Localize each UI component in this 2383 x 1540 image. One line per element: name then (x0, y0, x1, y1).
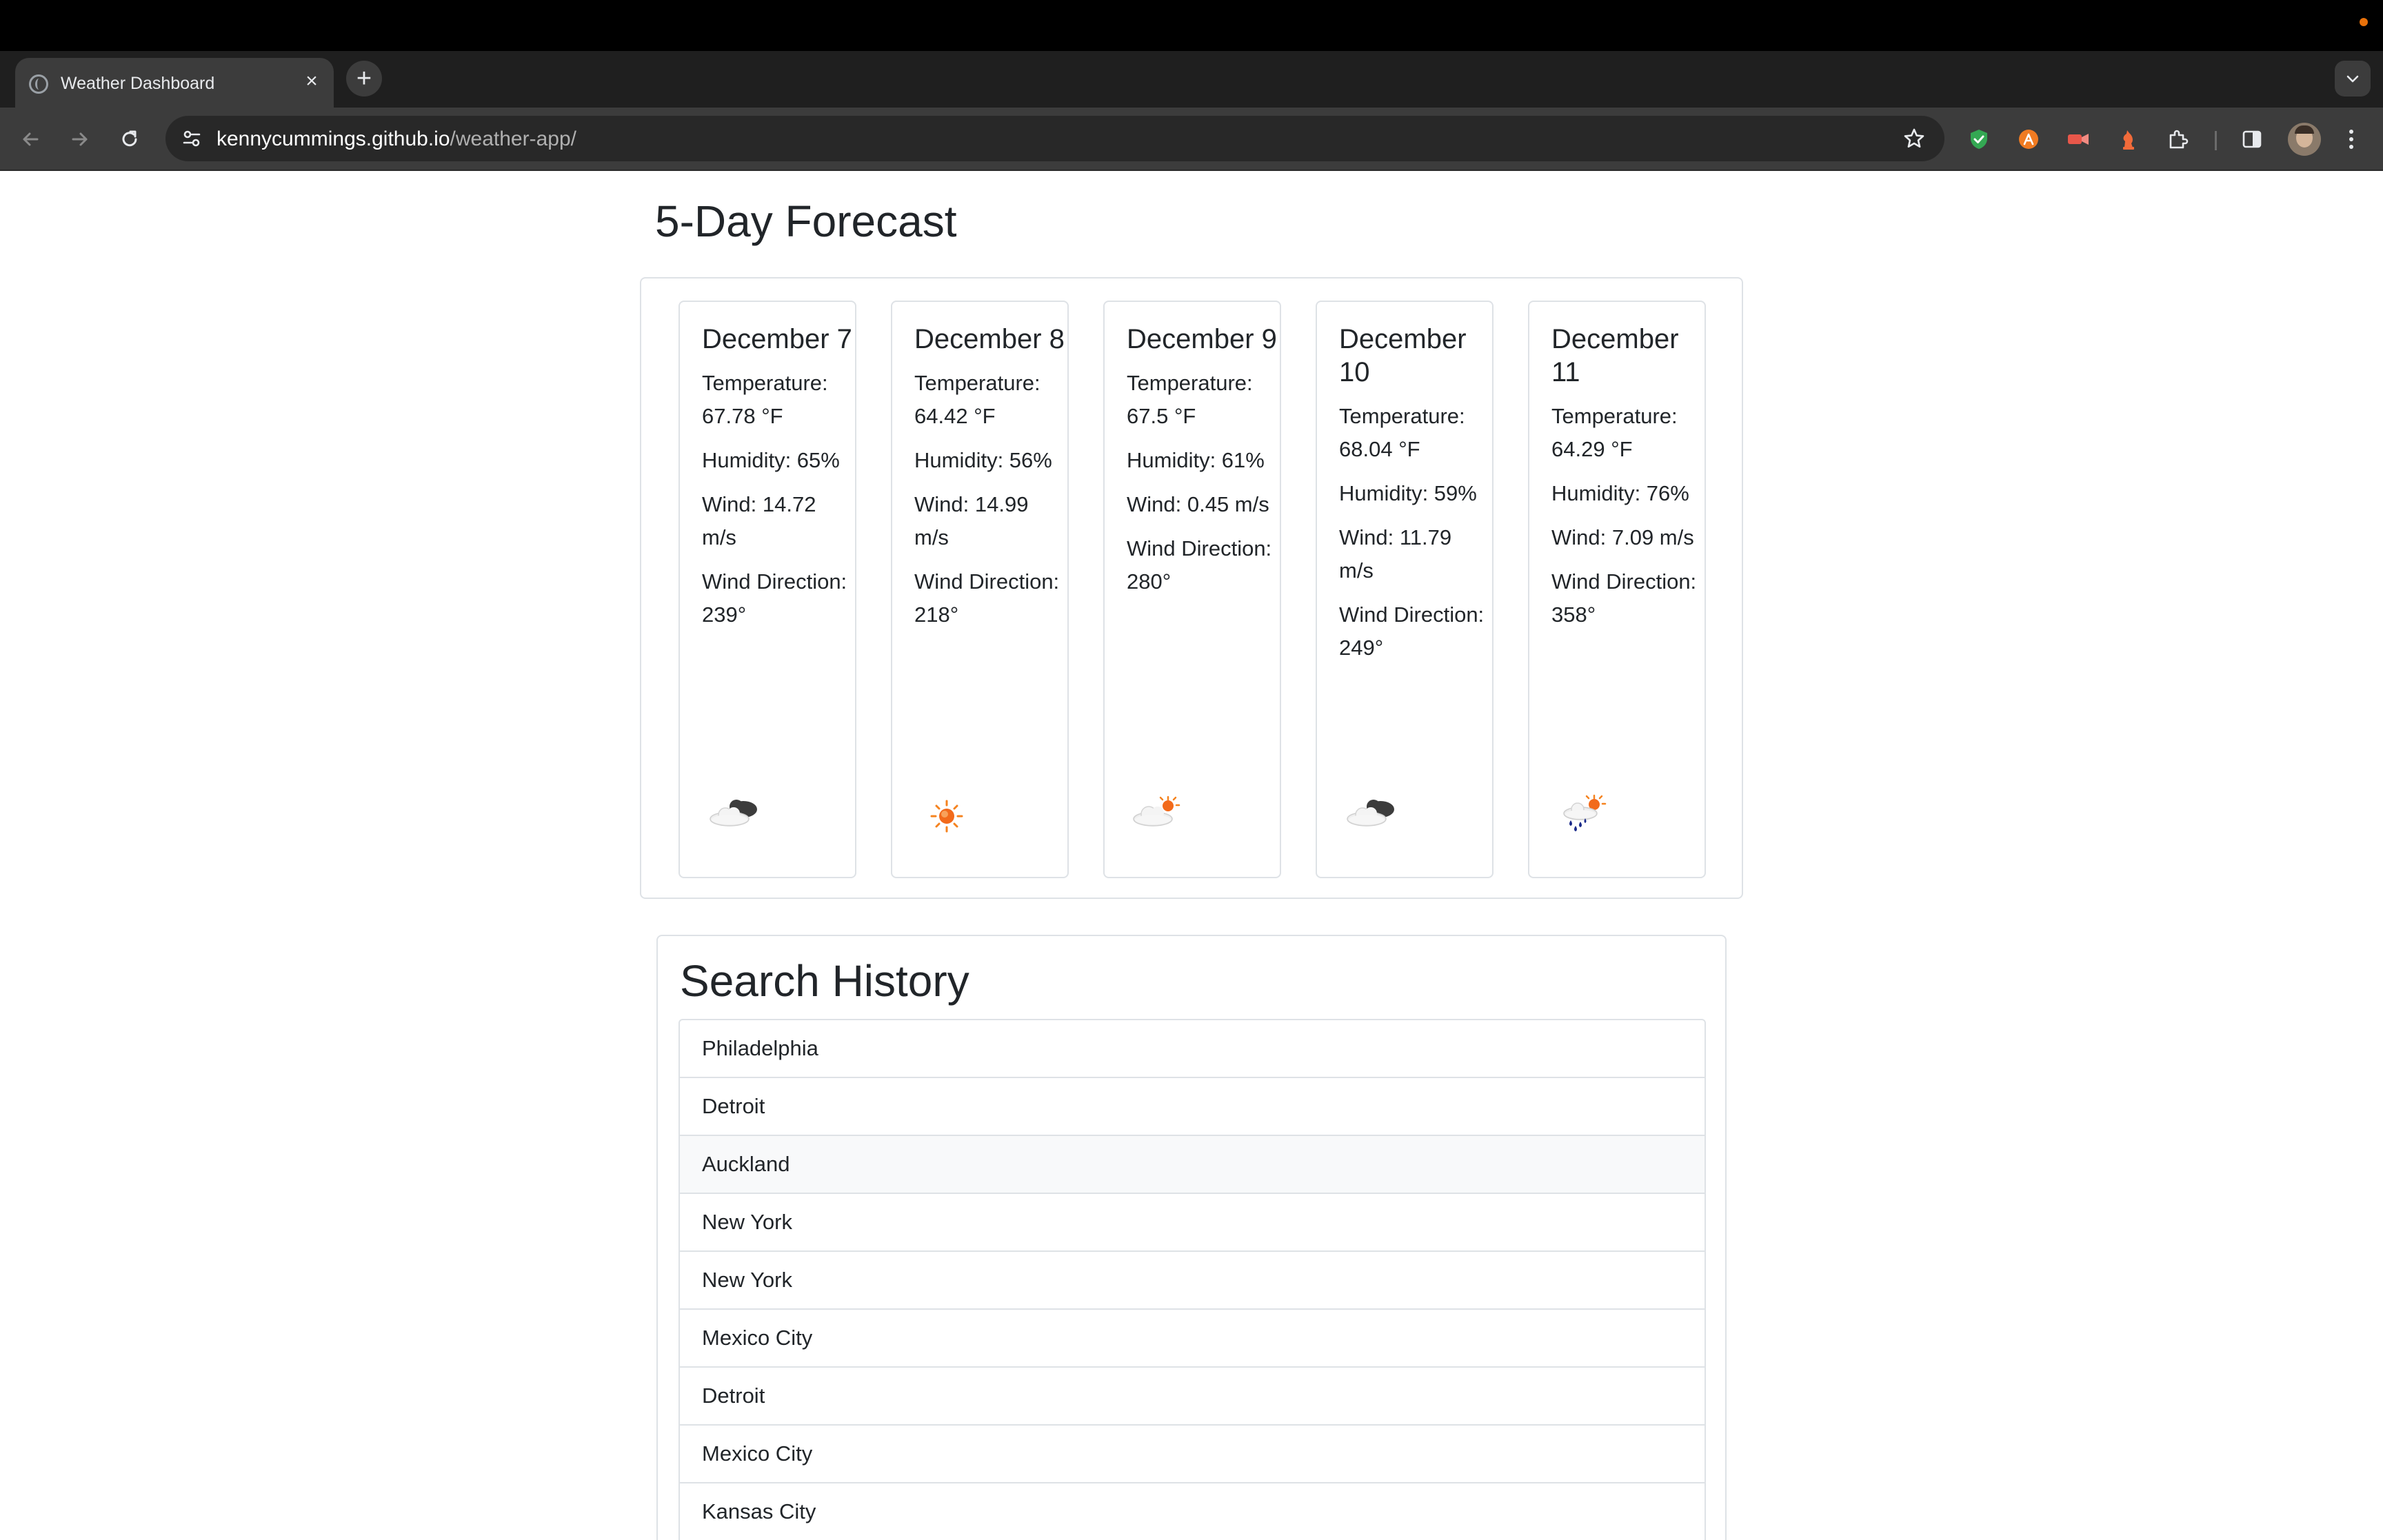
url-host: kennycummings.github.io (217, 128, 450, 150)
history-item[interactable]: Mexico City (678, 1426, 1706, 1483)
recording-indicator-icon (2360, 18, 2368, 26)
history-item[interactable]: Philadelphia (678, 1019, 1706, 1078)
forecast-temperature: Temperature: 67.78 °F (702, 371, 828, 428)
search-history-card: Search History Philadelphia Detroit Auck… (656, 935, 1727, 1540)
star-icon (1904, 128, 1924, 148)
browser-menu-button[interactable] (2335, 123, 2368, 156)
chevron-down-icon (2346, 75, 2359, 83)
shield-check-icon (1971, 130, 1987, 149)
tune-icon (183, 130, 201, 147)
system-top-bar (0, 0, 2383, 51)
reload-icon (122, 130, 137, 147)
forecast-wind: Wind: 14.72 m/s (702, 492, 816, 549)
forecast-humidity: Humidity: 61% (1127, 448, 1265, 472)
forecast-card-day-1: December 7 Temperature: 67.78 °F Humidit… (678, 301, 856, 878)
avatar-hair (2295, 125, 2314, 134)
extension-chess-button[interactable] (2111, 123, 2144, 156)
search-history-list: Philadelphia Detroit Auckland New York N… (678, 1019, 1706, 1540)
forecast-card-day-3: December 9 Temperature: 67.5 °F Humidity… (1103, 301, 1281, 878)
arrow-left-icon (23, 132, 39, 146)
forecast-heading: 5-Day Forecast (655, 196, 957, 246)
bookmark-button[interactable] (1898, 122, 1931, 155)
forecast-wind-direction: Wind Direction: 239° (702, 569, 847, 627)
forecast-date: December 11 (1551, 324, 1679, 387)
page-viewport: 5-Day Forecast December 7 Temperature: 6… (0, 171, 2383, 1540)
history-item[interactable]: Kansas City (678, 1483, 1706, 1540)
forecast-date: December 7 (702, 324, 852, 354)
browser-toolbar: kennycummings.github.io/weather-app/ (0, 108, 2383, 171)
extension-shield-button[interactable] (1962, 123, 1995, 156)
back-button[interactable] (14, 123, 47, 156)
forecast-temperature: Temperature: 68.04 °F (1339, 404, 1465, 461)
forecast-humidity: Humidity: 76% (1551, 481, 1689, 505)
forecast-temperature: Temperature: 64.29 °F (1551, 404, 1678, 461)
video-camera-icon (2068, 134, 2089, 145)
address-bar[interactable]: kennycummings.github.io/weather-app/ (165, 116, 1944, 161)
broken-clouds-icon (710, 800, 757, 827)
clear-sky-icon (930, 800, 963, 833)
forecast-wind: Wind: 0.45 m/s (1127, 492, 1269, 516)
history-item[interactable]: Mexico City (678, 1310, 1706, 1368)
arrow-right-icon (72, 132, 88, 146)
forecast-date: December 9 (1127, 324, 1277, 354)
forecast-container: December 7 Temperature: 67.78 °F Humidit… (640, 277, 1743, 899)
forecast-card-day-2: December 8 Temperature: 64.42 °F Humidit… (891, 301, 1069, 878)
extension-video-button[interactable] (2062, 123, 2095, 156)
forecast-date: December 10 (1339, 324, 1467, 387)
forecast-humidity: Humidity: 65% (702, 448, 840, 472)
reload-button[interactable] (113, 123, 146, 156)
rain-icon (1563, 794, 1607, 831)
tab-weather-dashboard[interactable]: Weather Dashboard × (15, 58, 334, 108)
puzzle-piece-icon (2169, 130, 2189, 149)
history-item[interactable]: Auckland (678, 1136, 1706, 1194)
forecast-humidity: Humidity: 59% (1339, 481, 1477, 505)
forward-button[interactable] (63, 123, 97, 156)
history-item[interactable]: New York (678, 1194, 1706, 1252)
site-info-button[interactable] (175, 122, 208, 155)
forecast-card-day-5: December 11 Temperature: 64.29 °F Humidi… (1528, 301, 1706, 878)
tab-title: Weather Dashboard (61, 74, 215, 93)
forecast-wind-direction: Wind Direction: 358° (1551, 569, 1697, 627)
history-item[interactable]: Detroit (678, 1078, 1706, 1136)
forecast-wind-direction: Wind Direction: 218° (914, 569, 1060, 627)
broken-clouds-icon (1347, 800, 1394, 827)
history-item[interactable]: New York (678, 1252, 1706, 1310)
forecast-wind-direction: Wind Direction: 280° (1127, 536, 1272, 594)
tab-close-button[interactable]: × (301, 70, 323, 92)
globe-icon (29, 74, 48, 94)
more-vert-icon (2349, 130, 2353, 149)
forecast-wind: Wind: 7.09 m/s (1551, 525, 1694, 549)
tab-search-button[interactable] (2335, 61, 2371, 97)
extensions-menu-button[interactable] (2161, 123, 2194, 156)
url-path: /weather-app/ (450, 128, 576, 150)
few-clouds-icon (1133, 796, 1180, 827)
forecast-date: December 8 (914, 324, 1065, 354)
extension-orange-button[interactable] (2012, 123, 2045, 156)
forecast-humidity: Humidity: 56% (914, 448, 1052, 472)
forecast-temperature: Temperature: 64.42 °F (914, 371, 1040, 428)
forecast-temperature: Temperature: 67.5 °F (1127, 371, 1253, 428)
forecast-wind: Wind: 11.79 m/s (1339, 525, 1452, 582)
side-panel-icon (2242, 130, 2262, 148)
new-tab-button[interactable]: + (346, 61, 382, 97)
toolbar-divider (2215, 131, 2217, 150)
chess-piece-icon (2123, 130, 2134, 150)
forecast-wind: Wind: 14.99 m/s (914, 492, 1029, 549)
forecast-card-day-4: December 10 Temperature: 68.04 °F Humidi… (1316, 301, 1494, 878)
search-history-heading: Search History (680, 956, 969, 1006)
extension-a-icon (2019, 130, 2038, 149)
side-panel-button[interactable] (2235, 123, 2269, 156)
history-item[interactable]: Detroit (678, 1368, 1706, 1426)
url-text[interactable]: kennycummings.github.io/weather-app/ (217, 128, 576, 151)
profile-avatar[interactable] (2288, 123, 2321, 156)
forecast-wind-direction: Wind Direction: 249° (1339, 602, 1485, 660)
